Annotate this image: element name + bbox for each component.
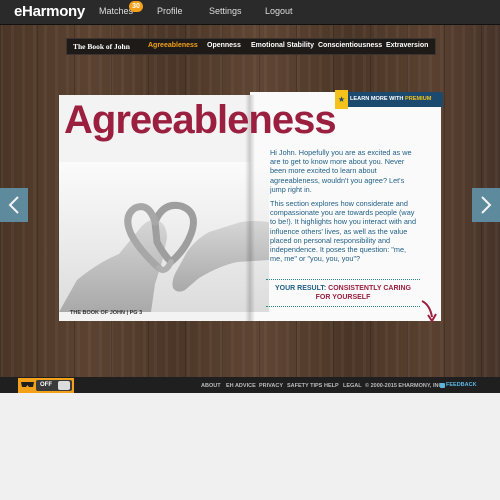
chevron-right-icon [481, 196, 492, 214]
star-icon: ★ [335, 90, 348, 109]
nav-profile[interactable]: Profile [157, 6, 183, 16]
mask-icon [21, 382, 34, 387]
top-navigation-bar: eHarmony Matches 30 Profile Settings Log… [0, 0, 500, 25]
chapter-emotional-stability[interactable]: Emotional Stability [251, 42, 314, 49]
footer-link-privacy[interactable]: PRIVACY [259, 383, 283, 389]
chevron-left-icon [8, 196, 19, 214]
chapter-conscientiousness[interactable]: Conscientiousness [318, 42, 382, 49]
nav-logout[interactable]: Logout [265, 6, 293, 16]
premium-button-label[interactable]: LEARN MORE WITH PREMIUM [350, 96, 431, 102]
footer-link-help[interactable]: HELP [324, 383, 339, 389]
nav-matches[interactable]: Matches [99, 6, 133, 16]
result-value: CONSISTENTLY CARING FOR YOURSELF [315, 285, 411, 301]
footer-link-about[interactable]: ABOUT [201, 383, 221, 389]
nav-settings[interactable]: Settings [209, 6, 242, 16]
eharmony-logo[interactable]: eHarmony [14, 3, 85, 20]
intro-text: Hi John. Hopefully you are as excited as… [270, 148, 420, 268]
feedback-link[interactable]: FEEDBACK [446, 382, 477, 388]
footer-copyright: © 2000-2015 EHARMONY, INC. [365, 383, 444, 389]
section-title: Agreeableness [64, 98, 337, 142]
chapter-openness[interactable]: Openness [207, 42, 241, 49]
footer-link-eh-advice[interactable]: EH ADVICE [226, 383, 256, 389]
heart-hands-photo [59, 162, 269, 312]
result-block: YOUR RESULT: CONSISTENTLY CARING FOR YOU… [268, 284, 418, 302]
page-label: THE BOOK OF JOHN | PG 3 [70, 310, 143, 316]
premium-word-text: PREMIUM [405, 96, 432, 102]
chapter-extraversion[interactable]: Extraversion [386, 42, 428, 49]
premium-prefix-text: LEARN MORE WITH [350, 96, 406, 102]
matches-count-badge: 30 [129, 1, 143, 12]
previous-page-button[interactable] [0, 188, 28, 222]
result-divider-bottom [266, 306, 420, 307]
footer-link-legal[interactable]: LEGAL [343, 383, 362, 389]
result-divider-top [266, 279, 420, 280]
next-page-button[interactable] [472, 188, 500, 222]
chapter-agreeableness[interactable]: Agreeableness [148, 42, 198, 49]
intro-paragraph-2: This section explores how considerate an… [270, 199, 417, 264]
page-turn-arrow-icon[interactable] [420, 297, 440, 325]
feedback-icon [440, 383, 445, 388]
intro-paragraph-1: Hi John. Hopefully you are as excited as… [270, 148, 412, 194]
result-label: YOUR RESULT: [274, 285, 329, 292]
toggle-state-label: OFF [40, 382, 52, 388]
toggle-knob[interactable] [58, 381, 70, 390]
footer-link-safety-tips[interactable]: SAFETY TIPS [287, 383, 322, 389]
